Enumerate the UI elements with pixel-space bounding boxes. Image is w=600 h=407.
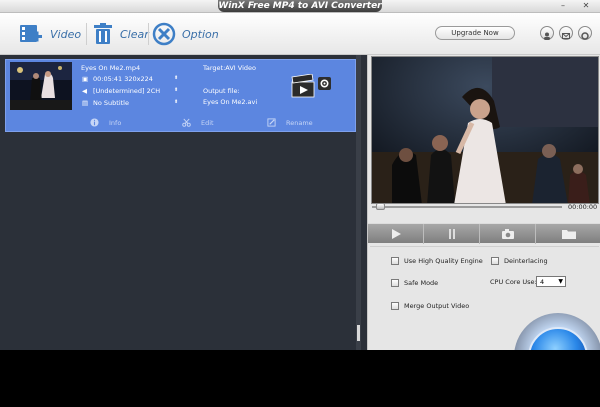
file-list-item[interactable]: Eyes On Me2.mp4 Target:AVI Video ▣ 00:05…	[5, 59, 356, 132]
option-button[interactable]: Option	[152, 20, 219, 48]
edit-label: Edit	[201, 118, 214, 127]
clear-button[interactable]: Clear	[92, 20, 149, 48]
pencil-icon	[267, 118, 276, 127]
snapshot-button[interactable]	[480, 224, 536, 244]
scrollbar-thumb[interactable]	[357, 325, 360, 341]
account-icon[interactable]	[540, 26, 554, 40]
play-icon	[391, 229, 401, 239]
safe-mode-checkbox[interactable]	[391, 279, 399, 287]
cpu-core-label: CPU Core Use:	[490, 278, 537, 286]
title-bar: WinX Free MP4 to AVI Converter – ✕	[0, 0, 600, 13]
safe-mode-option[interactable]: Safe Mode	[391, 279, 438, 287]
option-button-label: Option	[182, 27, 219, 41]
info-icon	[90, 118, 99, 127]
folder-icon	[561, 230, 576, 239]
merge-output-checkbox[interactable]	[391, 302, 399, 310]
cpu-core-value: 4	[540, 278, 545, 286]
mail-icon[interactable]	[559, 26, 573, 40]
clock-icon: ▣	[82, 75, 89, 83]
file-name: Eyes On Me2.mp4	[81, 64, 141, 72]
trash-icon	[94, 23, 112, 44]
pause-icon	[448, 229, 455, 239]
window-title: WinX Free MP4 to AVI Converter	[218, 0, 382, 12]
help-icon[interactable]	[578, 26, 592, 40]
high-quality-option[interactable]: Use High Quality Engine	[391, 257, 483, 265]
camera-icon	[501, 229, 514, 239]
merge-output-label: Merge Output Video	[404, 302, 470, 310]
rename-button[interactable]: Rename	[267, 118, 313, 127]
info-button[interactable]: Info	[90, 118, 121, 127]
settings-icon[interactable]	[318, 77, 331, 90]
video-button-label: Video	[50, 27, 82, 41]
merge-output-option[interactable]: Merge Output Video	[391, 302, 469, 310]
chevron-down-icon[interactable]: ⬍	[174, 75, 178, 81]
safe-mode-label: Safe Mode	[404, 279, 439, 287]
progress-track	[372, 206, 562, 208]
output-file-label: Output file:	[203, 87, 240, 95]
video-preview	[371, 56, 599, 204]
subtitle-icon: ▤	[82, 99, 89, 107]
upgrade-now-button[interactable]: Upgrade Now	[435, 26, 515, 40]
video-thumbnail	[10, 62, 72, 110]
deinterlacing-checkbox[interactable]	[491, 257, 499, 265]
add-video-button[interactable]: Video	[18, 20, 81, 48]
app-window: WinX Free MP4 to AVI Converter – ✕ Video…	[0, 0, 600, 350]
preview-panel: 00:00:00 Use High Quality Engine Deinter…	[367, 55, 600, 350]
player-controls	[368, 223, 600, 244]
playback-progress-slider[interactable]	[372, 203, 562, 210]
clear-button-label: Clear	[120, 27, 149, 41]
chevron-down-icon[interactable]: ⬍	[174, 87, 178, 93]
chevron-down-icon[interactable]: ⬍	[174, 99, 178, 105]
pause-button[interactable]	[424, 224, 480, 244]
file-list-panel: Eyes On Me2.mp4 Target:AVI Video ▣ 00:05…	[0, 55, 367, 350]
subtitle-select[interactable]: No Subtitle	[93, 99, 129, 107]
add-video-icon	[20, 25, 42, 42]
progress-knob[interactable]	[376, 203, 385, 210]
clapperboard-icon[interactable]	[291, 74, 315, 98]
speaker-icon: ◀	[82, 87, 87, 95]
list-scrollbar[interactable]	[356, 55, 361, 350]
chevron-down-icon: ▼	[558, 278, 563, 285]
target-format: Target:AVI Video	[203, 64, 256, 72]
toolbar-divider	[86, 23, 87, 45]
playback-time: 00:00:00	[568, 203, 598, 211]
toolbar: Video Clear Option Upgrade Now	[0, 13, 600, 55]
audio-track[interactable]: [Undetermined] 2CH	[93, 87, 160, 95]
toolbar-divider	[148, 23, 149, 45]
tools-icon	[152, 22, 176, 46]
duration-resolution: 00:05:41 320x224	[93, 75, 153, 83]
high-quality-label: Use High Quality Engine	[404, 257, 483, 265]
run-globe-icon	[528, 327, 588, 350]
play-button[interactable]	[368, 224, 424, 244]
info-label: Info	[109, 118, 122, 127]
item-actions-bar: Info Edit Rename	[6, 115, 357, 131]
deinterlacing-label: Deinterlacing	[504, 257, 548, 265]
high-quality-checkbox[interactable]	[391, 257, 399, 265]
rename-label: Rename	[286, 118, 313, 127]
scissors-icon	[182, 118, 191, 127]
edit-button[interactable]: Edit	[182, 118, 214, 127]
deinterlacing-option[interactable]: Deinterlacing	[491, 257, 548, 265]
cpu-core-select[interactable]: 4 ▼	[536, 276, 566, 287]
minimize-icon[interactable]: –	[555, 1, 571, 11]
close-icon[interactable]: ✕	[578, 1, 594, 11]
output-file-name[interactable]: Eyes On Me2.avi	[203, 98, 257, 106]
open-folder-button[interactable]	[536, 224, 600, 244]
